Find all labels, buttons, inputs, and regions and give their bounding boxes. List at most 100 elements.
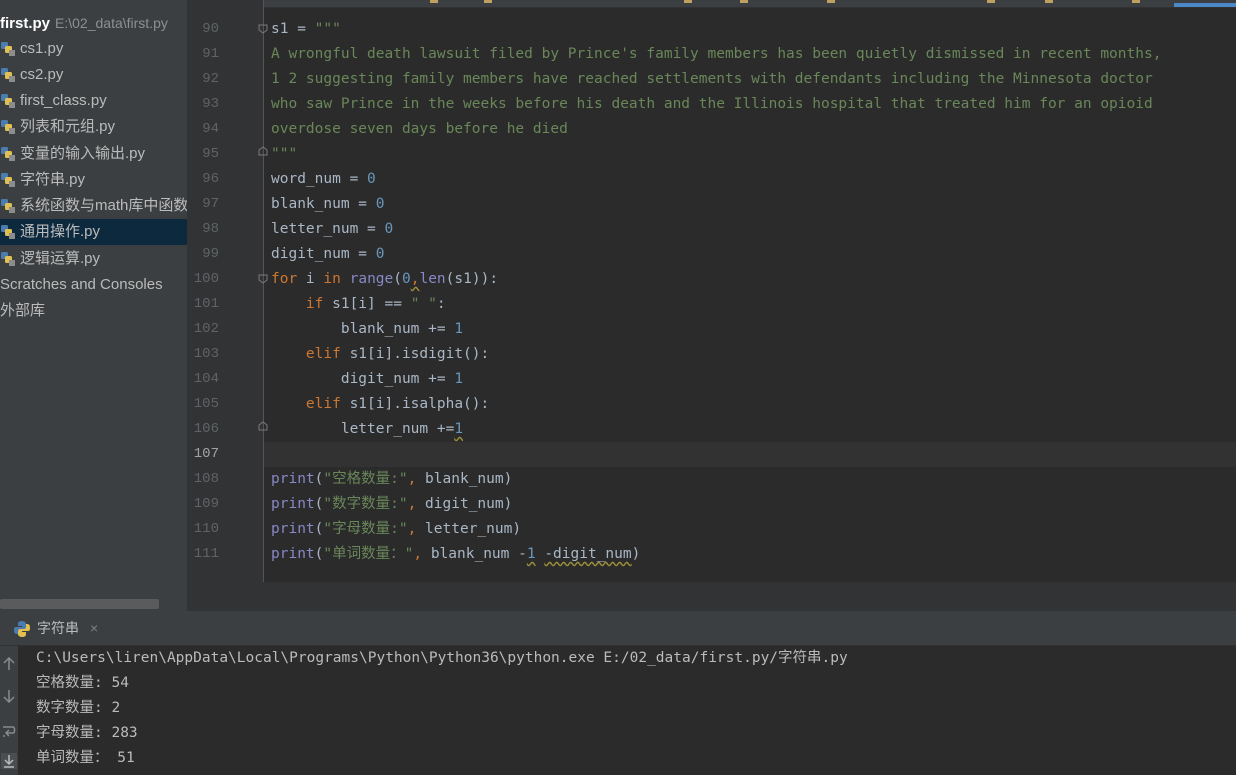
- code-line: print("字母数量:", letter_num): [271, 521, 522, 537]
- soft-wrap-icon[interactable]: [1, 723, 17, 739]
- code-line: word_num = 0: [271, 171, 376, 187]
- python-file-icon: [1, 147, 15, 161]
- close-icon[interactable]: ×: [90, 611, 98, 645]
- editor-tab-strip: [187, 0, 1236, 8]
- line-number: 109: [193, 496, 219, 512]
- file-item[interactable]: cs2.py: [0, 62, 187, 88]
- run-tab[interactable]: 字符串 ×: [0, 611, 115, 645]
- editor-bottom-strip: [187, 582, 1236, 611]
- project-root[interactable]: first.py E:\02_data\first.py: [0, 12, 168, 34]
- line-number: 98: [202, 221, 219, 237]
- code-line: print("空格数量:", blank_num): [271, 471, 513, 487]
- run-header: 字符串 ×: [0, 611, 1236, 646]
- gutter-divider: [263, 0, 264, 582]
- project-root-path: E:\02_data\first.py: [55, 15, 168, 31]
- file-item[interactable]: 列表和元组.py: [0, 114, 187, 140]
- fold-marker-icon[interactable]: [258, 146, 268, 156]
- file-item[interactable]: 逻辑运算.py: [0, 246, 187, 272]
- python-file-icon: [1, 199, 15, 213]
- run-tab-label: 字符串: [37, 620, 79, 636]
- code-line: s1 = """: [271, 21, 341, 37]
- project-root-name: first.py: [0, 15, 51, 32]
- scroll-to-end-icon[interactable]: [1, 753, 17, 769]
- code-line: """: [271, 146, 298, 162]
- tab-marker: [987, 0, 995, 3]
- line-number: 94: [202, 121, 219, 137]
- code-line: letter_num = 0: [271, 221, 394, 237]
- python-file-icon: [1, 252, 15, 266]
- code-line: digit_num = 0: [271, 246, 385, 262]
- file-label: 系统函数与math库中函数: [20, 197, 187, 214]
- file-label: 逻辑运算.py: [20, 250, 101, 267]
- code-editor[interactable]: 90 91 92 93 94 95 96 97 98 99 100 101 10…: [187, 0, 1236, 611]
- up-arrow-icon[interactable]: [1, 656, 17, 672]
- tab-marker: [430, 0, 438, 3]
- tab-marker: [1132, 0, 1140, 3]
- file-label: 列表和元组.py: [20, 118, 116, 135]
- file-label: cs1.py: [20, 40, 64, 57]
- current-line-highlight: [264, 442, 1236, 467]
- line-number: 105: [193, 396, 219, 412]
- run-toolbar: [0, 646, 18, 775]
- console-output-line: 字母数量: 283: [36, 725, 138, 741]
- sidebar-scrollbar[interactable]: [0, 599, 159, 609]
- code-line: 1 2 suggesting family members have reach…: [271, 71, 1153, 87]
- project-sidebar: first.py E:\02_data\first.py cs1.py cs2.p…: [0, 0, 187, 611]
- python-file-icon: [1, 173, 15, 187]
- line-number: 90: [202, 21, 219, 37]
- console-output-line: 空格数量: 54: [36, 675, 129, 691]
- fold-marker-icon[interactable]: [258, 421, 268, 431]
- console-output-line: 数字数量: 2: [36, 700, 121, 716]
- line-number: 100: [193, 271, 219, 287]
- scratches-and-consoles[interactable]: Scratches and Consoles: [0, 272, 163, 298]
- line-number: 111: [193, 546, 219, 562]
- file-label: 变量的输入输出.py: [20, 145, 146, 162]
- line-number: 99: [202, 246, 219, 262]
- line-number: 102: [193, 321, 219, 337]
- fold-marker-icon[interactable]: [258, 274, 268, 284]
- code-line: blank_num += 1: [271, 321, 464, 337]
- file-item[interactable]: 系统函数与math库中函数: [0, 193, 187, 219]
- python-file-icon: [1, 120, 15, 134]
- python-file-icon: [1, 225, 15, 239]
- code-line: who saw Prince in the weeks before his d…: [271, 96, 1153, 112]
- line-number: 95: [202, 146, 219, 162]
- line-number: 103: [193, 346, 219, 362]
- fold-marker-icon[interactable]: [258, 24, 268, 34]
- run-tool-window: 字符串 × C:\Users\liren\AppData\Local\Progr…: [0, 611, 1236, 775]
- tab-marker: [684, 0, 692, 3]
- down-arrow-icon[interactable]: [1, 688, 17, 704]
- python-file-icon: [1, 42, 15, 56]
- code-line: print("数字数量:", digit_num): [271, 496, 513, 512]
- code-line: A wrongful death lawsuit filed by Prince…: [271, 46, 1162, 62]
- line-number: 104: [193, 371, 219, 387]
- line-number-current: 107: [193, 446, 219, 462]
- file-item-selected[interactable]: 通用操作.py: [0, 219, 187, 245]
- line-number: 108: [193, 471, 219, 487]
- tab-marker: [827, 0, 835, 3]
- tab-marker: [740, 0, 748, 3]
- external-libraries[interactable]: 外部库: [0, 298, 45, 324]
- line-number: 106: [193, 421, 219, 437]
- code-line: blank_num = 0: [271, 196, 385, 212]
- console-output-line: C:\Users\liren\AppData\Local\Programs\Py…: [36, 650, 848, 666]
- file-item[interactable]: first_class.py: [0, 88, 187, 114]
- code-line: if s1[i] == " ":: [305, 296, 446, 312]
- code-line: print("单词数量：", blank_num -1 -digit_num): [271, 546, 641, 562]
- line-number: 97: [202, 196, 219, 212]
- code-line: for i in range(0,len(s1)):: [271, 271, 499, 287]
- line-number: 92: [202, 71, 219, 87]
- code-line: overdose seven days before he died: [271, 121, 568, 137]
- line-number: 110: [193, 521, 219, 537]
- python-file-icon: [1, 94, 15, 108]
- code-line: elif s1[i].isalpha():: [305, 396, 490, 412]
- line-number: 93: [202, 96, 219, 112]
- file-label: 通用操作.py: [20, 223, 101, 240]
- file-label: first_class.py: [20, 92, 107, 109]
- line-number: 91: [202, 46, 219, 62]
- file-item[interactable]: 字符串.py: [0, 167, 187, 193]
- python-file-icon: [1, 68, 15, 82]
- file-item[interactable]: 变量的输入输出.py: [0, 141, 187, 167]
- python-file-icon: [14, 621, 30, 637]
- file-item[interactable]: cs1.py: [0, 36, 187, 62]
